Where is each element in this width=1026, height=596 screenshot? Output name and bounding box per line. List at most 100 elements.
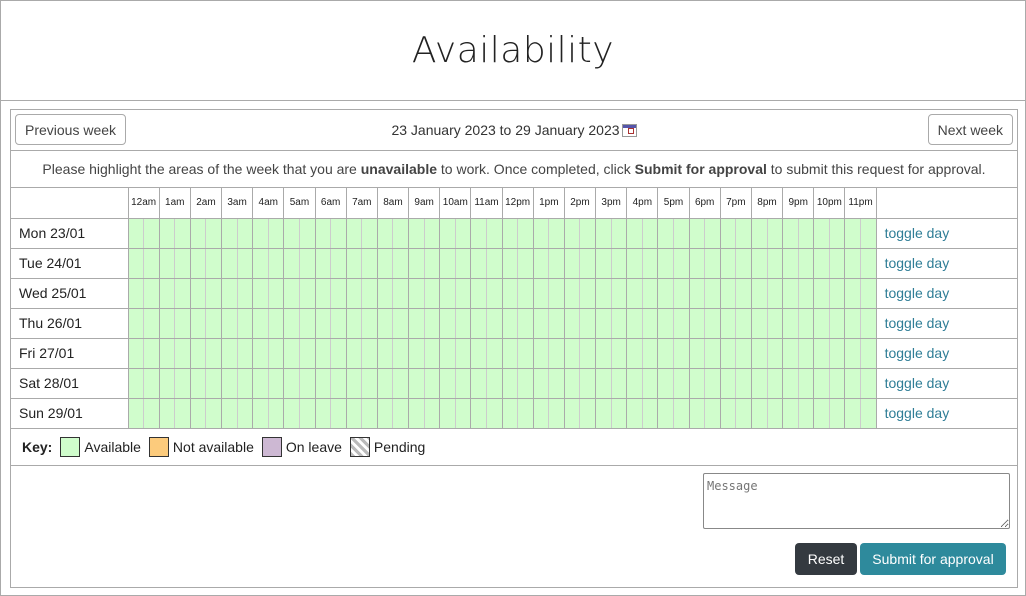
time-slot[interactable] bbox=[408, 308, 425, 339]
time-slot[interactable] bbox=[267, 278, 284, 309]
time-slot[interactable] bbox=[330, 338, 347, 369]
time-slot[interactable] bbox=[158, 368, 175, 399]
time-slot[interactable] bbox=[704, 368, 721, 399]
time-slot[interactable] bbox=[221, 398, 238, 429]
time-slot[interactable] bbox=[127, 248, 144, 279]
time-slot[interactable] bbox=[782, 338, 799, 369]
time-slot[interactable] bbox=[423, 218, 440, 249]
time-slot[interactable] bbox=[704, 338, 721, 369]
time-slot[interactable] bbox=[532, 278, 549, 309]
time-slot[interactable] bbox=[797, 338, 814, 369]
time-slot[interactable] bbox=[719, 368, 736, 399]
toggle-day-link[interactable]: toggle day bbox=[875, 398, 1017, 429]
time-slot[interactable] bbox=[704, 278, 721, 309]
time-slot[interactable] bbox=[750, 368, 767, 399]
time-slot[interactable] bbox=[189, 308, 206, 339]
time-slot[interactable] bbox=[657, 368, 674, 399]
time-slot[interactable] bbox=[470, 278, 487, 309]
time-slot[interactable] bbox=[672, 398, 690, 429]
time-slot[interactable] bbox=[485, 398, 503, 429]
time-slot[interactable] bbox=[672, 248, 690, 279]
time-slot[interactable] bbox=[376, 248, 393, 279]
time-slot[interactable] bbox=[626, 308, 643, 339]
time-slot[interactable] bbox=[485, 278, 503, 309]
time-slot[interactable] bbox=[174, 248, 191, 279]
time-slot[interactable] bbox=[221, 338, 238, 369]
time-slot[interactable] bbox=[470, 248, 487, 279]
time-slot[interactable] bbox=[439, 278, 456, 309]
time-slot[interactable] bbox=[143, 278, 160, 309]
time-slot[interactable] bbox=[688, 398, 705, 429]
time-slot[interactable] bbox=[361, 218, 378, 249]
time-slot[interactable] bbox=[719, 248, 736, 279]
time-slot[interactable] bbox=[423, 248, 440, 279]
time-slot[interactable] bbox=[750, 218, 767, 249]
time-slot[interactable] bbox=[314, 398, 331, 429]
time-slot[interactable] bbox=[174, 338, 191, 369]
time-slot[interactable] bbox=[314, 218, 331, 249]
time-slot[interactable] bbox=[844, 278, 861, 309]
time-slot[interactable] bbox=[361, 248, 378, 279]
time-slot[interactable] bbox=[408, 218, 425, 249]
time-slot[interactable] bbox=[189, 218, 206, 249]
time-slot[interactable] bbox=[345, 218, 362, 249]
time-slot[interactable] bbox=[610, 338, 627, 369]
time-slot[interactable] bbox=[688, 278, 705, 309]
time-slot[interactable] bbox=[376, 278, 393, 309]
time-slot[interactable] bbox=[797, 368, 814, 399]
time-slot[interactable] bbox=[252, 218, 269, 249]
time-slot[interactable] bbox=[283, 218, 300, 249]
time-slot[interactable] bbox=[283, 248, 300, 279]
time-slot[interactable] bbox=[704, 248, 721, 279]
time-slot[interactable] bbox=[314, 308, 331, 339]
time-slot[interactable] bbox=[548, 338, 565, 369]
time-slot[interactable] bbox=[189, 398, 206, 429]
time-slot[interactable] bbox=[345, 248, 362, 279]
time-slot[interactable] bbox=[470, 338, 487, 369]
time-slot[interactable] bbox=[267, 338, 284, 369]
time-slot[interactable] bbox=[236, 278, 253, 309]
time-slot[interactable] bbox=[766, 308, 783, 339]
time-slot[interactable] bbox=[563, 248, 580, 279]
time-slot[interactable] bbox=[439, 218, 456, 249]
time-slot[interactable] bbox=[439, 368, 456, 399]
next-week-button[interactable]: Next week bbox=[927, 114, 1013, 145]
time-slot[interactable] bbox=[688, 368, 705, 399]
time-slot[interactable] bbox=[501, 218, 518, 249]
time-slot[interactable] bbox=[782, 398, 799, 429]
time-slot[interactable] bbox=[657, 218, 674, 249]
time-slot[interactable] bbox=[127, 368, 144, 399]
time-slot[interactable] bbox=[158, 218, 175, 249]
time-slot[interactable] bbox=[143, 398, 160, 429]
time-slot[interactable] bbox=[672, 218, 690, 249]
time-slot[interactable] bbox=[813, 338, 830, 369]
time-slot[interactable] bbox=[408, 368, 425, 399]
time-slot[interactable] bbox=[298, 308, 316, 339]
time-slot[interactable] bbox=[361, 368, 378, 399]
time-slot[interactable] bbox=[828, 368, 845, 399]
time-slot[interactable] bbox=[454, 308, 471, 339]
time-slot[interactable] bbox=[283, 278, 300, 309]
time-slot[interactable] bbox=[657, 308, 674, 339]
time-slot[interactable] bbox=[860, 218, 877, 249]
time-slot[interactable] bbox=[392, 308, 409, 339]
time-slot[interactable] bbox=[408, 398, 425, 429]
time-slot[interactable] bbox=[719, 308, 736, 339]
time-slot[interactable] bbox=[595, 308, 612, 339]
time-slot[interactable] bbox=[828, 248, 845, 279]
time-slot[interactable] bbox=[532, 398, 549, 429]
time-slot[interactable] bbox=[704, 218, 721, 249]
reset-button[interactable]: Reset bbox=[795, 543, 857, 575]
time-slot[interactable] bbox=[860, 398, 877, 429]
time-slot[interactable] bbox=[704, 308, 721, 339]
time-slot[interactable] bbox=[408, 278, 425, 309]
time-slot[interactable] bbox=[579, 398, 596, 429]
time-slot[interactable] bbox=[314, 248, 331, 279]
time-slot[interactable] bbox=[485, 338, 503, 369]
time-slot[interactable] bbox=[392, 248, 409, 279]
time-slot[interactable] bbox=[454, 278, 471, 309]
time-slot[interactable] bbox=[595, 248, 612, 279]
time-slot[interactable] bbox=[766, 218, 783, 249]
time-slot[interactable] bbox=[283, 308, 300, 339]
time-slot[interactable] bbox=[813, 218, 830, 249]
